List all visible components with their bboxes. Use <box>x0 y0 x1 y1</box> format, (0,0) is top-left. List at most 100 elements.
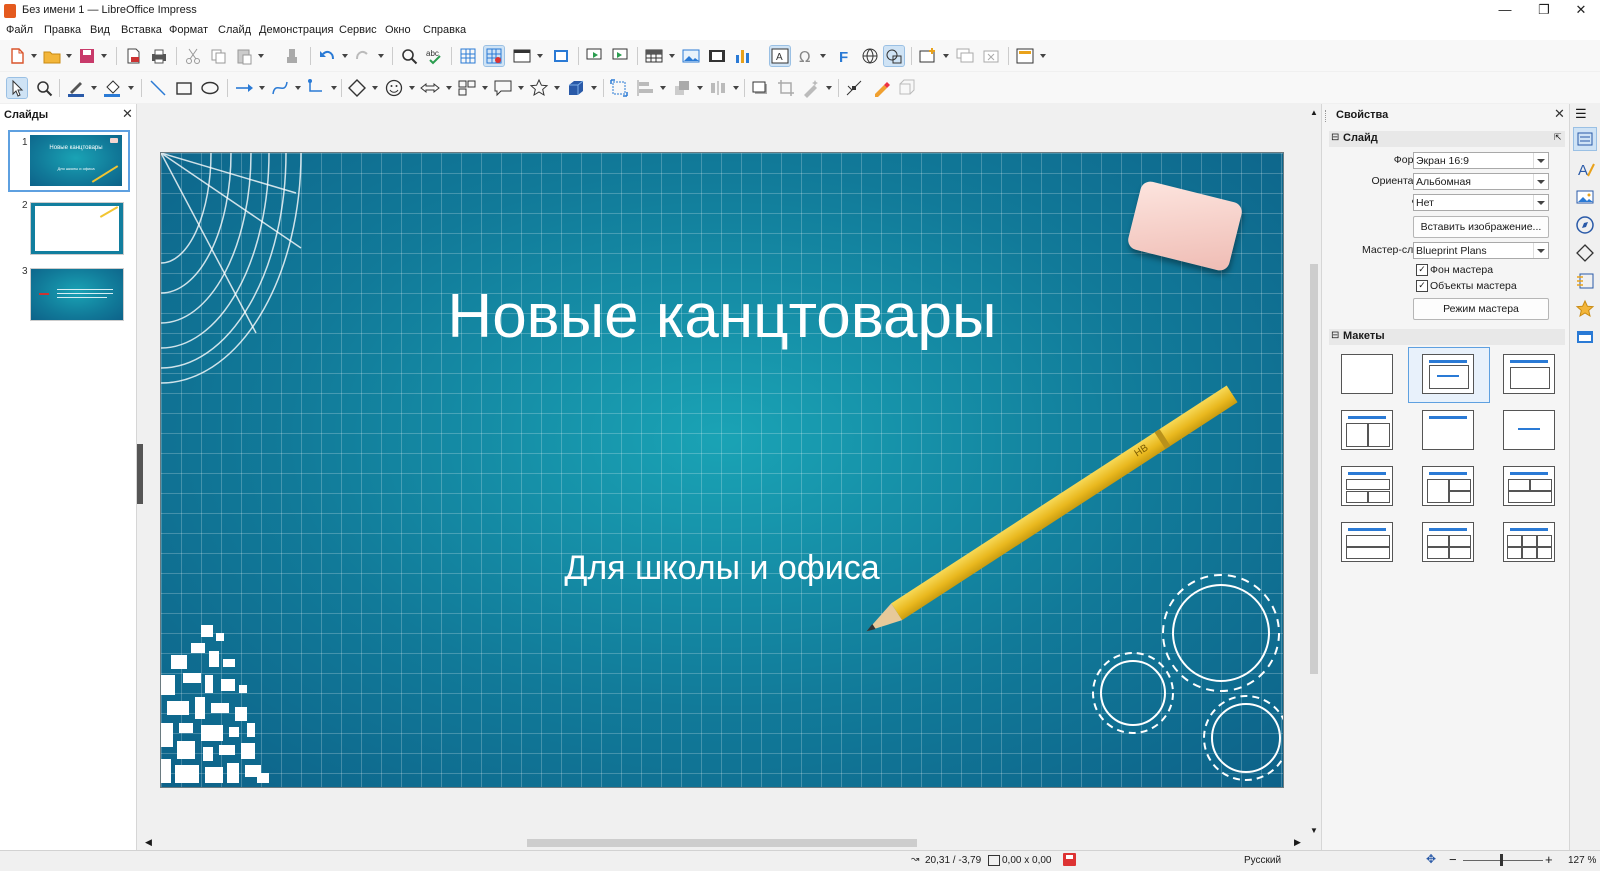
zoom-in-icon[interactable]: + <box>1545 852 1553 867</box>
paste-dropdown-icon[interactable] <box>258 54 264 58</box>
distribute-icon[interactable] <box>708 78 728 98</box>
arrange-dropdown-icon[interactable] <box>697 86 703 90</box>
stars-icon[interactable] <box>529 78 549 98</box>
print-icon[interactable] <box>149 46 169 66</box>
minimize-icon[interactable]: — <box>1488 0 1522 22</box>
save-icon[interactable] <box>77 46 97 66</box>
layout-two-content[interactable] <box>1341 410 1393 450</box>
redo-icon[interactable] <box>353 46 373 66</box>
flowchart-dropdown-icon[interactable] <box>482 86 488 90</box>
more-options-icon[interactable]: ⇱ <box>1554 132 1562 143</box>
undo-icon[interactable] <box>317 46 337 66</box>
curve-tool-icon[interactable] <box>270 78 290 98</box>
menu-slide[interactable]: Слайд <box>218 24 251 36</box>
slide-title[interactable]: Новые канцтовары <box>161 281 1283 352</box>
chevron-down-icon[interactable] <box>1533 153 1548 168</box>
chevron-down-icon[interactable] <box>1533 174 1548 189</box>
insert-chart-icon[interactable] <box>733 46 753 66</box>
master-slide-select[interactable]: Blueprint Plans <box>1413 242 1549 259</box>
zoom-pan-icon[interactable] <box>34 78 54 98</box>
panel-grip-icon[interactable] <box>1325 110 1328 122</box>
layout-title-slide[interactable] <box>1422 354 1474 394</box>
scroll-up-icon[interactable]: ▲ <box>1310 108 1318 117</box>
align-dropdown-icon[interactable] <box>660 86 666 90</box>
master-objects-checkbox[interactable]: ✓ <box>1416 280 1428 292</box>
layout-dropdown-icon[interactable] <box>1040 54 1046 58</box>
layout-title-2content-over[interactable] <box>1503 466 1555 506</box>
slide-thumbnail-3[interactable] <box>30 268 124 321</box>
zoom-level[interactable]: 127 % <box>1568 855 1596 866</box>
ellipse-tool-icon[interactable] <box>200 78 220 98</box>
table-dropdown-icon[interactable] <box>669 54 675 58</box>
document-modified-icon[interactable] <box>1063 853 1076 866</box>
open-folder-icon[interactable] <box>42 46 62 66</box>
save-dropdown-icon[interactable] <box>101 54 107 58</box>
slide-thumbnail-2[interactable] <box>30 202 124 255</box>
layouts-section-header[interactable]: ⊟ Макеты <box>1329 329 1565 345</box>
line-color-dropdown-icon[interactable] <box>91 86 97 90</box>
fontwork-icon[interactable]: F <box>834 46 854 66</box>
open-dropdown-icon[interactable] <box>66 54 72 58</box>
layout-centered-text[interactable] <box>1503 410 1555 450</box>
line-tool-icon[interactable] <box>148 78 168 98</box>
slide-section-header[interactable]: ⊟ Слайд ⇱ <box>1329 131 1565 147</box>
cut-icon[interactable] <box>183 46 203 66</box>
format-select[interactable]: Экран 16:9 <box>1413 152 1549 169</box>
callouts-dropdown-icon[interactable] <box>518 86 524 90</box>
rotate-icon[interactable] <box>609 78 629 98</box>
scroll-left-icon[interactable]: ◀ <box>145 837 152 848</box>
redo-dropdown-icon[interactable] <box>378 54 384 58</box>
layout-title-content-2content[interactable] <box>1422 466 1474 506</box>
slide-layout-icon[interactable] <box>1015 46 1035 66</box>
display-views-icon[interactable] <box>512 46 532 66</box>
gallery-tab-icon[interactable] <box>1574 186 1596 208</box>
collapse-section-icon[interactable]: ⊟ <box>1331 330 1339 341</box>
slide-thumbnail-1-frame[interactable]: Новые канцтовары Для школы и офиса <box>8 130 130 192</box>
connector-icon[interactable] <box>306 78 326 98</box>
layout-content-over-content[interactable] <box>1341 522 1393 562</box>
start-first-slide-icon[interactable] <box>585 46 605 66</box>
styles-tab-icon[interactable]: A <box>1574 158 1596 180</box>
horizontal-scrollbar[interactable]: ◀ ▶ <box>137 836 1305 850</box>
menu-window[interactable]: Окно <box>385 24 411 36</box>
scroll-right-icon[interactable]: ▶ <box>1294 837 1301 848</box>
display-grid-icon[interactable] <box>458 46 478 66</box>
master-slide-icon[interactable] <box>551 46 571 66</box>
spellcheck-icon[interactable]: abc <box>425 46 445 66</box>
distribute-dropdown-icon[interactable] <box>733 86 739 90</box>
slide-transition-tab-icon[interactable] <box>1574 270 1596 292</box>
background-select[interactable]: Нет <box>1413 194 1549 211</box>
glue-points-icon[interactable] <box>871 78 891 98</box>
master-background-checkbox[interactable]: ✓ <box>1416 264 1428 276</box>
select-arrow-icon[interactable] <box>6 77 28 99</box>
filter-icon[interactable] <box>801 78 821 98</box>
menu-view[interactable]: Вид <box>90 24 110 36</box>
chevron-down-icon[interactable] <box>1533 243 1548 258</box>
menu-insert[interactable]: Вставка <box>121 24 162 36</box>
symbol-shapes-dropdown-icon[interactable] <box>409 86 415 90</box>
menu-tools[interactable]: Сервис <box>339 24 377 36</box>
restore-icon[interactable]: ❐ <box>1527 0 1561 22</box>
layout-title-2content-content[interactable] <box>1341 466 1393 506</box>
copy-icon[interactable] <box>208 46 228 66</box>
block-arrows-dropdown-icon[interactable] <box>446 86 452 90</box>
menu-format[interactable]: Формат <box>169 24 208 36</box>
filter-dropdown-icon[interactable] <box>826 86 832 90</box>
layout-six-content[interactable] <box>1503 522 1555 562</box>
close-icon[interactable]: ✕ <box>1564 0 1598 22</box>
align-objects-icon[interactable] <box>635 78 655 98</box>
points-edit-icon[interactable] <box>844 78 864 98</box>
menu-edit[interactable]: Правка <box>44 24 81 36</box>
zoom-out-icon[interactable]: − <box>1449 852 1457 867</box>
navigator-tab-icon[interactable] <box>1574 214 1596 236</box>
layout-four-content[interactable] <box>1422 522 1474 562</box>
symbol-shapes-icon[interactable] <box>384 78 404 98</box>
flowchart-icon[interactable] <box>457 78 477 98</box>
fill-color-icon[interactable] <box>102 78 122 98</box>
insert-image-icon[interactable] <box>681 46 701 66</box>
insert-textbox-icon[interactable]: A <box>769 45 791 67</box>
3d-objects-icon[interactable] <box>566 78 586 98</box>
arrow-line-icon[interactable] <box>234 78 254 98</box>
close-slides-panel-icon[interactable]: ✕ <box>122 106 133 122</box>
duplicate-slide-icon[interactable] <box>955 46 975 66</box>
